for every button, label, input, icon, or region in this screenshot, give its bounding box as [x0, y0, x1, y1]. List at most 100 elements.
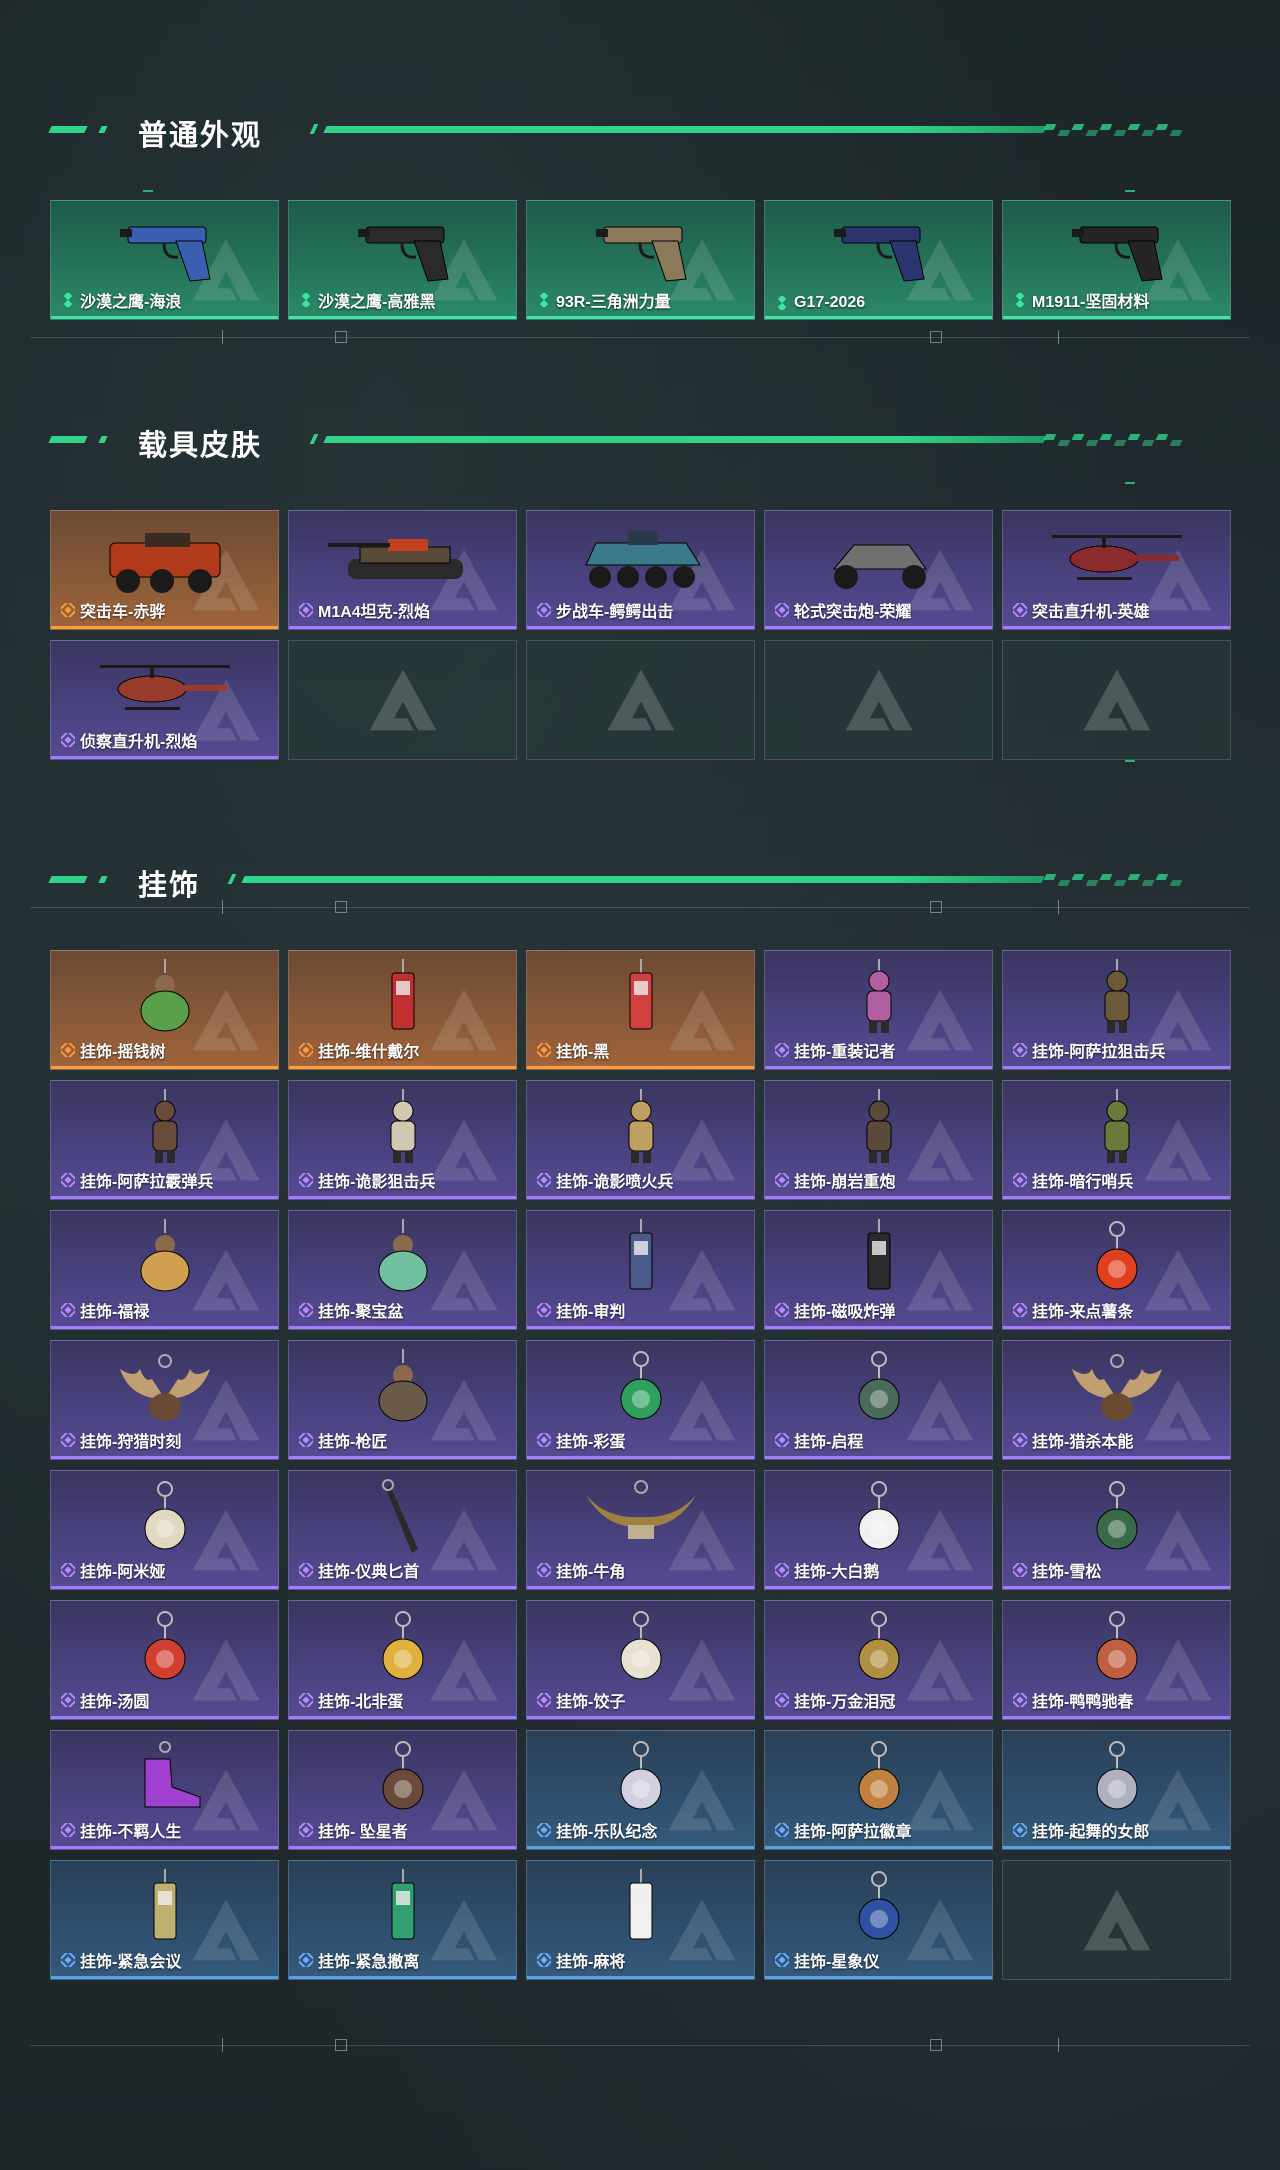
item-label: 挂饰-牛角: [537, 1558, 625, 1582]
item-label: 挂饰- 坠星者: [299, 1818, 408, 1842]
item-card[interactable]: M1911-坚固材料: [1002, 200, 1231, 320]
item-label: 挂饰-北非蛋: [299, 1688, 403, 1712]
item-card[interactable]: 挂饰-麻将: [526, 1860, 755, 1980]
item-card[interactable]: 挂饰-崩岩重炮: [764, 1080, 993, 1200]
item-card[interactable]: 挂饰-彩蛋: [526, 1340, 755, 1460]
item-card[interactable]: 挂饰-重装记者: [764, 950, 993, 1070]
charm-figure-icon: [390, 1089, 415, 1163]
item-card[interactable]: 挂饰-摇钱树: [50, 950, 279, 1070]
item-name: 挂饰-阿萨拉霰弹兵: [80, 1174, 214, 1191]
dagger-icon: [381, 1479, 418, 1553]
item-card[interactable]: 挂饰-雪松: [1002, 1470, 1231, 1590]
item-card[interactable]: 挂饰-黑: [526, 950, 755, 1070]
item-card[interactable]: 轮式突击炮-荣耀: [764, 510, 993, 630]
item-label: 沙漠之鹰-海浪: [61, 288, 181, 312]
item-card[interactable]: 挂饰-紧急会议: [50, 1860, 279, 1980]
item-card[interactable]: 挂饰-牛角: [526, 1470, 755, 1590]
item-name: 挂饰-阿萨拉狙击兵: [1032, 1044, 1166, 1061]
item-label: 93R-三角洲力量: [537, 288, 671, 312]
item-card[interactable]: 挂饰-大白鹅: [764, 1470, 993, 1590]
item-name: 挂饰-猎杀本能: [1032, 1434, 1134, 1451]
rarity-icon: [775, 1433, 789, 1447]
item-card[interactable]: 挂饰-维什戴尔: [288, 950, 517, 1070]
rarity-icon: [301, 293, 311, 307]
item-card[interactable]: 挂饰-审判: [526, 1210, 755, 1330]
item-label: 挂饰-饺子: [537, 1688, 625, 1712]
item-card[interactable]: 挂饰-磁吸炸弹: [764, 1210, 993, 1330]
delta-emblem-icon: [1083, 669, 1151, 731]
item-name: 挂饰-阿米娅: [80, 1564, 166, 1581]
item-card[interactable]: 突击车-赤骅: [50, 510, 279, 630]
charm-icon: [140, 959, 189, 1032]
rarity-icon: [61, 603, 75, 617]
item-card[interactable]: 沙漠之鹰-高雅黑: [288, 200, 517, 320]
item-name: 挂饰-磁吸炸弹: [794, 1304, 896, 1321]
item-card[interactable]: 侦察直升机-烈焰: [50, 640, 279, 760]
header-accent-bar: [98, 876, 108, 883]
item-name: 突击车-赤骅: [80, 604, 166, 621]
charm-tag-icon: [629, 959, 652, 1030]
item-label: 挂饰-麻将: [537, 1948, 625, 1972]
delta-emblem-icon: [1083, 1889, 1151, 1951]
item-name: 挂饰-乐队纪念: [556, 1824, 658, 1841]
empty-slot: [764, 640, 993, 760]
item-card[interactable]: 挂饰-聚宝盆: [288, 1210, 517, 1330]
item-name: 挂饰-摇钱树: [80, 1044, 166, 1061]
rarity-icon: [61, 1173, 75, 1187]
charm-tag-icon: [391, 959, 414, 1030]
helicopter-icon: [99, 665, 230, 710]
item-label: 突击直升机-英雄: [1013, 598, 1149, 622]
item-card[interactable]: 突击直升机-英雄: [1002, 510, 1231, 630]
item-label: 侦察直升机-烈焰: [61, 728, 197, 752]
item-label: 挂饰-起舞的女郎: [1013, 1818, 1149, 1842]
rarity-icon: [61, 1303, 75, 1317]
item-card[interactable]: 挂饰-阿米娅: [50, 1470, 279, 1590]
item-name: M1A4坦克-烈焰: [318, 604, 431, 621]
item-card[interactable]: 挂饰-暗行哨兵: [1002, 1080, 1231, 1200]
item-card[interactable]: 挂饰-阿萨拉霰弹兵: [50, 1080, 279, 1200]
apc-icon: [584, 531, 701, 588]
item-card[interactable]: 沙漠之鹰-海浪: [50, 200, 279, 320]
item-card[interactable]: 挂饰-福禄: [50, 1210, 279, 1330]
item-card[interactable]: 93R-三角洲力量: [526, 200, 755, 320]
item-card[interactable]: 挂饰-星象仪: [764, 1860, 993, 1980]
item-label: 挂饰-诡影狙击兵: [299, 1168, 435, 1192]
rarity-icon: [537, 1303, 551, 1317]
item-card[interactable]: 挂饰-饺子: [526, 1600, 755, 1720]
item-card[interactable]: 挂饰-启程: [764, 1340, 993, 1460]
item-card[interactable]: 挂饰-北非蛋: [288, 1600, 517, 1720]
item-card[interactable]: 挂饰- 坠星者: [288, 1730, 517, 1850]
item-card[interactable]: 挂饰-鸭鸭驰春: [1002, 1600, 1231, 1720]
item-card[interactable]: 挂饰-汤圆: [50, 1600, 279, 1720]
item-card[interactable]: 挂饰-乐队纪念: [526, 1730, 755, 1850]
item-card[interactable]: 挂饰-诡影喷火兵: [526, 1080, 755, 1200]
frame-marker-icon: [930, 2039, 942, 2051]
item-card[interactable]: 挂饰-诡影狙击兵: [288, 1080, 517, 1200]
item-card[interactable]: 挂饰-阿萨拉徽章: [764, 1730, 993, 1850]
item-card[interactable]: M1A4坦克-烈焰: [288, 510, 517, 630]
item-card[interactable]: 挂饰-不羁人生: [50, 1730, 279, 1850]
frame-tick: [1058, 900, 1059, 914]
empty-slot: [1002, 1860, 1231, 1980]
item-card[interactable]: 挂饰-阿萨拉狙击兵: [1002, 950, 1231, 1070]
rarity-icon: [61, 1563, 75, 1577]
item-card[interactable]: 挂饰-仪典匕首: [288, 1470, 517, 1590]
frame-marker-icon: [930, 901, 942, 913]
item-card[interactable]: 挂饰-万金泪冠: [764, 1600, 993, 1720]
section-title: 普通外观: [138, 120, 263, 152]
item-name: 挂饰-紧急撤离: [318, 1954, 420, 1971]
header-line: [323, 436, 1047, 443]
item-label: 挂饰-福禄: [61, 1298, 149, 1322]
item-card[interactable]: 挂饰-猎杀本能: [1002, 1340, 1231, 1460]
item-card[interactable]: 挂饰-枪匠: [288, 1340, 517, 1460]
charm-ring-icon: [858, 1351, 899, 1420]
item-card[interactable]: 挂饰-起舞的女郎: [1002, 1730, 1231, 1850]
item-card[interactable]: 挂饰-紧急撤离: [288, 1860, 517, 1980]
item-card[interactable]: 挂饰-来点薯条: [1002, 1210, 1231, 1330]
header-accent-bar: [48, 126, 88, 133]
item-card[interactable]: 步战车-鳄鳄出击: [526, 510, 755, 630]
rarity-icon: [1013, 1693, 1027, 1707]
item-card[interactable]: 挂饰-狩猎时刻: [50, 1340, 279, 1460]
item-card[interactable]: G17-2026: [764, 200, 993, 320]
charm-ring-icon: [858, 1481, 899, 1550]
